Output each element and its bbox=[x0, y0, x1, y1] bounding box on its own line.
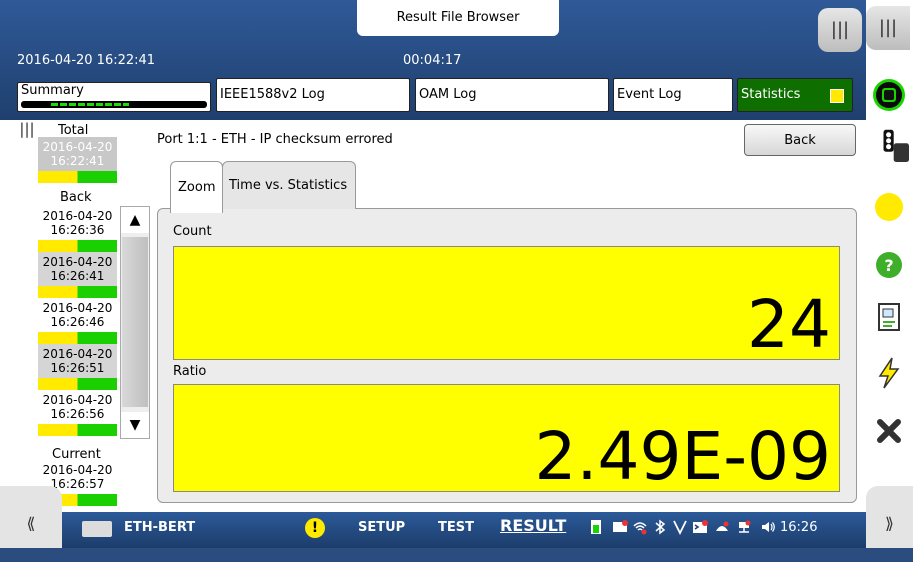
expand-right-icon[interactable]: ⟫ bbox=[866, 486, 913, 548]
history-status-bar bbox=[38, 286, 117, 298]
panel-grip-icon[interactable]: ||| bbox=[818, 8, 862, 52]
history-item[interactable]: 2016-04-20 16:26:56 bbox=[38, 390, 117, 436]
total-time: 2016-04-20 16:22:41 bbox=[42, 140, 113, 168]
count-value-box: 24 bbox=[173, 246, 840, 363]
summary-progress-bar bbox=[21, 101, 207, 108]
total-label: Total bbox=[58, 123, 89, 138]
volume-icon bbox=[762, 522, 775, 532]
tab-zoom-label: Zoom bbox=[178, 180, 216, 195]
terminal-icon bbox=[693, 520, 708, 533]
history-date: 2016-04-20 bbox=[42, 393, 113, 407]
history-item[interactable]: 2016-04-20 16:26:36 bbox=[38, 206, 117, 252]
history-scrollbar[interactable]: ▲ ▼ bbox=[120, 206, 150, 439]
bluetooth-icon bbox=[655, 519, 666, 535]
screen-icon bbox=[613, 520, 628, 532]
help-icon[interactable]: ? bbox=[872, 248, 906, 282]
oam-log-label: OAM Log bbox=[419, 87, 477, 102]
history-time: 16:26:56 bbox=[50, 407, 105, 421]
result-button[interactable]: RESULT bbox=[500, 516, 566, 535]
stop-icon[interactable] bbox=[872, 78, 906, 112]
module-icon[interactable] bbox=[82, 521, 112, 537]
history-time: 16:26:41 bbox=[50, 269, 105, 283]
statistics-button[interactable]: Statistics bbox=[737, 78, 853, 112]
summary-button[interactable]: Summary bbox=[17, 82, 211, 112]
history-item[interactable]: 2016-04-20 16:26:51 bbox=[38, 344, 117, 390]
history-date: 2016-04-20 bbox=[42, 301, 113, 315]
elapsed-time: 00:04:17 bbox=[403, 53, 462, 68]
summary-button-label: Summary bbox=[21, 83, 84, 98]
back-label: Back bbox=[60, 190, 92, 205]
tab-zoom[interactable]: Zoom bbox=[170, 161, 223, 213]
statistics-label: Statistics bbox=[741, 87, 801, 102]
ieee-log-label: IEEE1588v2 Log bbox=[220, 87, 325, 102]
scroll-down-icon[interactable]: ▼ bbox=[121, 412, 149, 438]
sidebar-grip-icon[interactable]: ||| bbox=[866, 6, 910, 50]
svg-text:?: ? bbox=[884, 256, 893, 275]
history-date: 2016-04-20 bbox=[42, 347, 113, 361]
ratio-value-box: 2.49E-09 bbox=[173, 384, 840, 495]
current-date: 2016-04-20 bbox=[42, 463, 113, 477]
ieee-log-button[interactable]: IEEE1588v2 Log bbox=[216, 78, 410, 112]
test-button[interactable]: TEST bbox=[438, 520, 474, 535]
status-indicator-icon bbox=[830, 89, 844, 103]
window-title: Result File Browser bbox=[357, 0, 559, 36]
count-label: Count bbox=[173, 224, 212, 239]
total-status-bar bbox=[38, 171, 117, 183]
v-icon bbox=[673, 520, 687, 535]
expand-left-icon[interactable]: ⟪ bbox=[0, 486, 62, 548]
tab-time-label: Time vs. Statistics bbox=[229, 178, 348, 193]
app-name[interactable]: ETH-BERT bbox=[124, 520, 195, 535]
history-item[interactable]: 2016-04-20 16:26:41 bbox=[38, 252, 117, 298]
report-icon[interactable] bbox=[872, 300, 906, 334]
history-status-bar bbox=[38, 332, 117, 344]
history-time: 16:26:46 bbox=[50, 315, 105, 329]
close-icon[interactable] bbox=[872, 414, 906, 448]
event-log-label: Event Log bbox=[617, 87, 682, 102]
lightning-icon[interactable] bbox=[872, 356, 906, 390]
status-led-icon bbox=[875, 193, 903, 221]
battery-icon bbox=[591, 520, 601, 534]
count-value: 24 bbox=[747, 286, 831, 363]
wifi-icon bbox=[633, 522, 647, 535]
clock: 16:26 bbox=[780, 520, 818, 535]
history-time: 16:26:36 bbox=[50, 223, 105, 237]
network-icon bbox=[739, 520, 751, 533]
traffic-light-icon[interactable] bbox=[872, 128, 912, 162]
ratio-label: Ratio bbox=[173, 364, 207, 379]
back-button[interactable]: Back bbox=[744, 124, 856, 156]
scroll-up-icon[interactable]: ▲ bbox=[121, 207, 149, 233]
history-time: 16:26:51 bbox=[50, 361, 105, 375]
ratio-value: 2.49E-09 bbox=[534, 418, 831, 495]
port-label: Port 1:1 - ETH - IP checksum errored bbox=[157, 132, 393, 147]
history-item[interactable]: 2016-04-20 16:26:46 bbox=[38, 298, 117, 344]
history-date: 2016-04-20 bbox=[42, 255, 113, 269]
oam-log-button[interactable]: OAM Log bbox=[415, 78, 609, 112]
tab-time-vs-statistics[interactable]: Time vs. Statistics bbox=[222, 161, 356, 209]
satellite-icon bbox=[716, 521, 729, 531]
total-timestamp[interactable]: 2016-04-20 16:22:41 bbox=[38, 137, 117, 183]
setup-button[interactable]: SETUP bbox=[358, 520, 405, 535]
warning-icon[interactable]: ! bbox=[305, 518, 325, 538]
scroll-thumb[interactable] bbox=[122, 237, 148, 407]
datetime: 2016-04-20 16:22:41 bbox=[17, 53, 156, 68]
history-status-bar bbox=[38, 424, 117, 436]
event-log-button[interactable]: Event Log bbox=[613, 78, 733, 112]
history-status-bar bbox=[38, 240, 117, 252]
history-date: 2016-04-20 bbox=[42, 209, 113, 223]
history-status-bar bbox=[38, 378, 117, 390]
